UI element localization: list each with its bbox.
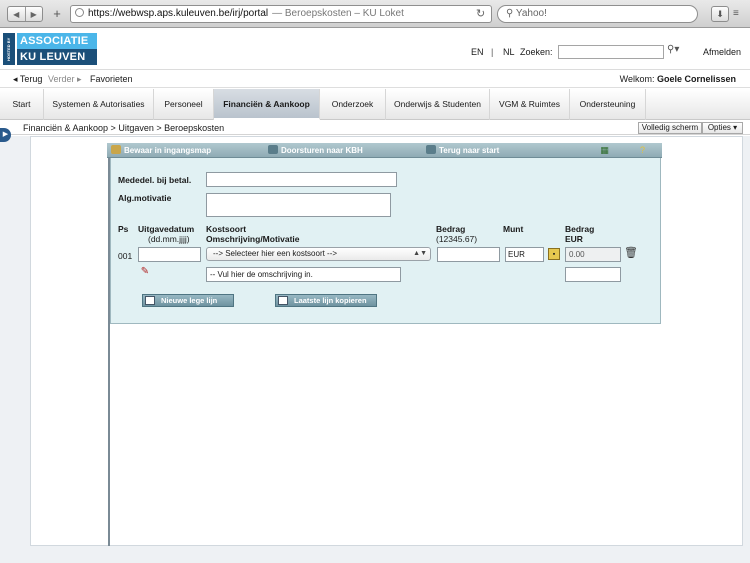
tab-onderwijs[interactable]: Onderwijs & Studenten (386, 89, 490, 120)
new-line-button[interactable]: Nieuwe lege lijn (142, 294, 234, 307)
welcome-prefix: Welkom: (619, 74, 655, 84)
col-bedrag-eur-unit: EUR (565, 234, 583, 244)
hosted-by-label: HOSTED BY (3, 33, 15, 65)
browser-search-placeholder: Yahoo! (515, 8, 547, 19)
spreadsheet-icon[interactable]: ▦ (599, 145, 610, 156)
copy-icon (278, 296, 288, 305)
search-label: Zoeken: (520, 47, 553, 57)
add-line-icon (145, 296, 155, 305)
tab-vgm[interactable]: VGM & Ruimtes (490, 89, 570, 120)
tab-personeel[interactable]: Personeel (154, 89, 214, 120)
trash-icon[interactable]: 🗑 (624, 247, 638, 261)
select-arrows-icon: ▲▼ (413, 250, 427, 257)
munt-input[interactable]: EUR (505, 247, 544, 262)
search-icon[interactable]: ⚲▾ (667, 44, 679, 55)
browser-search-field[interactable]: ⚲ Yahoo! (497, 5, 698, 23)
tab-start[interactable]: Start (0, 89, 44, 120)
site-info-icon[interactable] (75, 8, 84, 17)
tab-ondersteuning[interactable]: Ondersteuning (570, 89, 646, 120)
copy-line-label: Laatste lijn kopieren (294, 296, 367, 305)
kuleuven-logo[interactable]: ASSOCIATIE KU LEUVEN (17, 33, 97, 65)
kostsoort-select-value: --> Selecteer hier een kostsoort --> (213, 249, 338, 258)
col-date-format: (dd.mm.jjjj) (148, 234, 190, 244)
omschrijving-input[interactable]: -- Vul hier de omschrijving in. (206, 267, 401, 282)
tab-financien[interactable]: Financiën & Aankoop (214, 89, 320, 120)
mededel-label: Mededel. bij betal. (118, 175, 192, 185)
forward-link[interactable]: Verder ▸ (48, 74, 82, 85)
form-toolbar: Bewaar in ingangsmap Doorsturen naar KBH… (107, 143, 662, 158)
mededel-input[interactable] (206, 172, 397, 187)
language-en-link[interactable]: EN (471, 47, 484, 57)
logo-line-2: KU LEUVEN (17, 49, 97, 65)
motivatie-label: Alg.motivatie (118, 193, 172, 203)
address-bar[interactable]: https://webwsp.aps.kuleuven.be/irj/porta… (70, 5, 492, 23)
breadcrumb-bar: Financiën & Aankoop > Uitgaven > Beroeps… (0, 121, 750, 135)
back-to-start-label: Terug naar start (439, 146, 500, 155)
folder-icon (111, 145, 121, 154)
fullscreen-button[interactable]: Volledig scherm (638, 122, 702, 134)
col-kostsoort-header: Kostsoort (206, 224, 247, 234)
back-to-start-button[interactable]: Terug naar start (426, 144, 499, 157)
col-bedrag-format: (12345.67) (436, 234, 478, 244)
logo-line-1: ASSOCIATIE (17, 33, 97, 49)
breadcrumb[interactable]: Financiën & Aankoop > Uitgaven > Beroeps… (23, 123, 224, 133)
row-number: 001 (118, 251, 133, 261)
browser-menu-icon[interactable]: ≡ (733, 6, 747, 22)
browser-forward-icon[interactable]: ▶ (24, 7, 43, 21)
history-nav: ◂ Terug Verder ▸ Favorieten Welkom: Goel… (0, 71, 750, 88)
bedrag-eur-field: 0.00 (565, 247, 621, 262)
col-omschrijving-header: Omschrijving/Motivatie (206, 234, 300, 244)
reload-icon[interactable]: ↻ (476, 7, 485, 20)
kostsoort-select[interactable]: --> Selecteer hier een kostsoort --> ▲▼ (206, 247, 431, 261)
portal-header: HOSTED BY ASSOCIATIE KU LEUVEN EN | NL Z… (0, 28, 750, 70)
details-icon[interactable]: ✎ (138, 266, 152, 280)
help-icon[interactable]: ? (637, 145, 648, 156)
col-bedrag-eur-header: Bedrag (565, 224, 595, 234)
forward-kbh-button[interactable]: Doorsturen naar KBH (268, 144, 363, 157)
language-nl-link[interactable]: NL (503, 47, 515, 57)
date-input[interactable] (138, 247, 201, 262)
options-button[interactable]: Opties ▾ (702, 122, 743, 134)
browser-back-icon[interactable]: ◀ (8, 7, 25, 21)
portal-search-input[interactable] (558, 45, 664, 59)
logout-link[interactable]: Afmelden (703, 47, 741, 57)
copy-line-button[interactable]: Laatste lijn kopieren (275, 294, 377, 307)
browser-toolbar: ◀ ▶ + https://webwsp.aps.kuleuven.be/irj… (0, 0, 750, 28)
back-link[interactable]: ◂ Terug (13, 74, 42, 85)
main-tabs: Start Systemen & Autorisaties Personeel … (0, 89, 750, 120)
forward-icon (268, 145, 278, 154)
bedrag-eur-second-field[interactable] (565, 267, 621, 282)
user-name: Goele Cornelissen (656, 74, 736, 84)
browser-nav-buttons: ◀ ▶ (7, 6, 43, 22)
language-separator: | (491, 47, 494, 57)
currency-picker-icon[interactable]: ▪ (548, 248, 560, 260)
back-arrow-icon (426, 145, 436, 154)
favorites-link[interactable]: Favorieten (90, 74, 133, 84)
forward-kbh-label: Doorsturen naar KBH (281, 146, 363, 155)
downloads-icon[interactable]: ⬇ (711, 6, 729, 22)
save-label: Bewaar in ingangsmap (124, 146, 212, 155)
bedrag-input[interactable] (437, 247, 500, 262)
new-tab-icon[interactable]: + (48, 6, 66, 22)
col-ps-header: Ps (118, 224, 129, 234)
col-munt-header: Munt (503, 224, 524, 234)
col-date-header: Uitgavedatum (138, 224, 195, 234)
address-url: https://webwsp.aps.kuleuven.be/irj/porta… (88, 8, 269, 19)
motivatie-textarea[interactable] (206, 193, 391, 217)
address-page-title: — Beroepskosten – KU Loket (272, 8, 404, 19)
new-line-label: Nieuwe lege lijn (161, 296, 218, 305)
welcome-text: Welkom: Goele Cornelissen (620, 74, 736, 84)
save-button[interactable]: Bewaar in ingangsmap (111, 144, 211, 157)
tab-onderzoek[interactable]: Onderzoek (320, 89, 386, 120)
tab-systemen[interactable]: Systemen & Autorisaties (44, 89, 154, 120)
col-bedrag-header: Bedrag (436, 224, 466, 234)
